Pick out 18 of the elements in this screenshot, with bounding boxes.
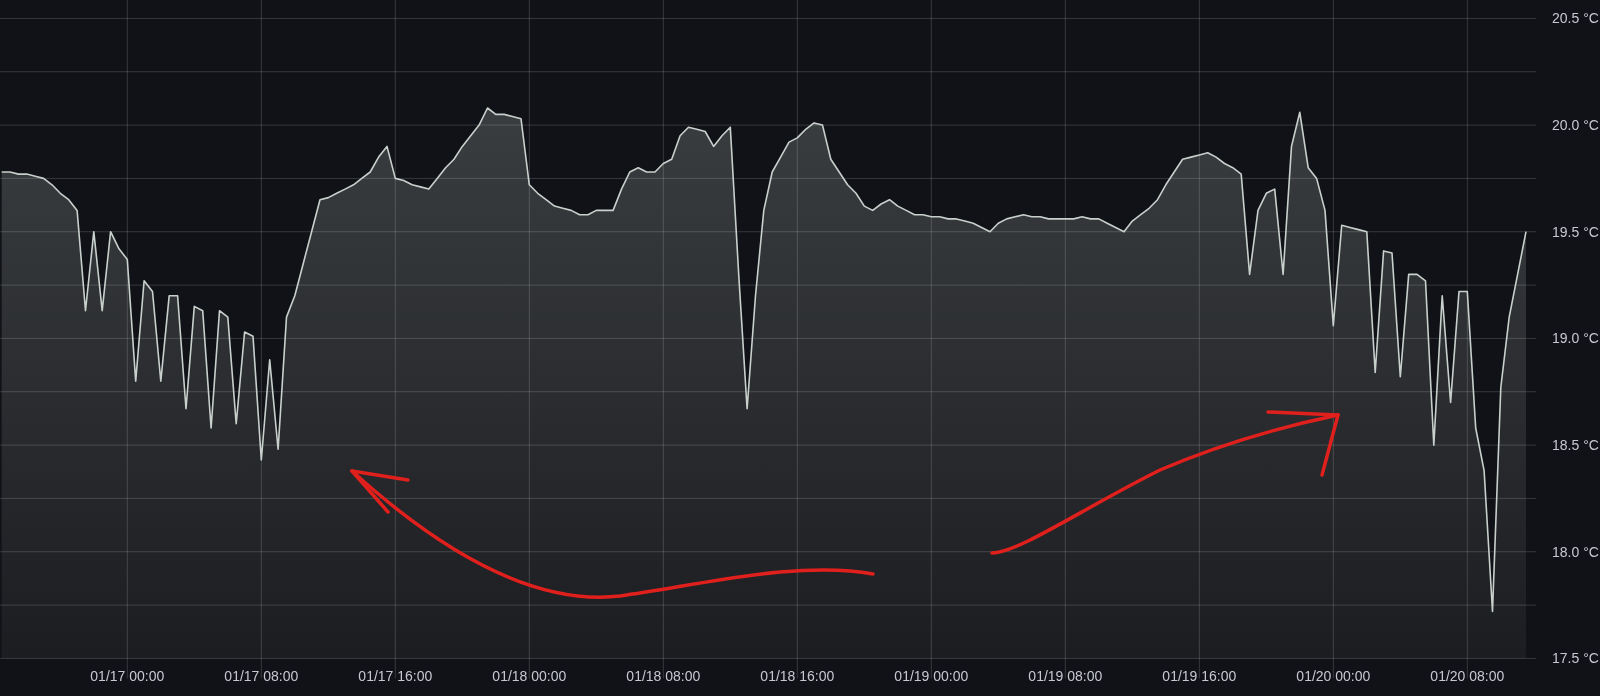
y-axis-label: 19.0 °C bbox=[1552, 330, 1599, 347]
y-axis-label: 18.5 °C bbox=[1552, 437, 1599, 454]
y-axis-label: 18.0 °C bbox=[1552, 543, 1599, 560]
x-axis-label: 01/18 00:00 bbox=[492, 668, 567, 684]
x-axis-label: 01/18 08:00 bbox=[626, 668, 701, 684]
y-axis-label: 20.5 °C bbox=[1552, 10, 1599, 27]
x-axis-label: 01/20 08:00 bbox=[1430, 668, 1505, 684]
y-axis-label: 19.5 °C bbox=[1552, 223, 1599, 240]
y-axis-label: 17.5 °C bbox=[1552, 650, 1599, 667]
y-axis-label: 20.0 °C bbox=[1552, 117, 1599, 134]
x-axis-label: 01/19 00:00 bbox=[894, 668, 969, 684]
x-axis-label: 01/19 08:00 bbox=[1028, 668, 1103, 684]
x-axis-label: 01/19 16:00 bbox=[1162, 668, 1237, 684]
x-axis-label: 01/17 16:00 bbox=[358, 668, 433, 684]
x-axis-label: 01/17 00:00 bbox=[90, 668, 165, 684]
x-axis-label: 01/17 08:00 bbox=[224, 668, 299, 684]
x-axis-label: 01/18 16:00 bbox=[760, 668, 835, 684]
x-axis-label: 01/20 00:00 bbox=[1296, 668, 1371, 684]
